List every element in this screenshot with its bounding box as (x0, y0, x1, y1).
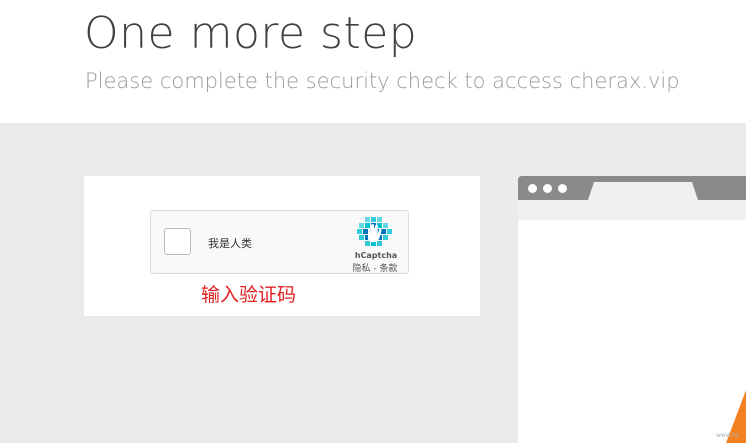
watermark-text: www.hz (716, 432, 740, 439)
window-dot-icon (558, 184, 567, 193)
hcaptcha-widget: 我是人类 hCaptcha 隐私 - 条款 (150, 210, 409, 274)
captcha-card: 我是人类 hCaptcha 隐私 - 条款 输入验证码 (84, 176, 480, 316)
hcaptcha-logo-icon (357, 217, 392, 246)
page-subtitle: Please complete the security check to ac… (85, 69, 680, 93)
window-dot-icon (528, 184, 537, 193)
browser-body (518, 220, 746, 443)
page-title: One more step (84, 8, 418, 59)
browser-tab-icon (588, 182, 698, 200)
captcha-instruction: 输入验证码 (201, 284, 297, 306)
browser-address-strip (518, 200, 746, 220)
checkbox-label: 我是人类 (208, 237, 252, 250)
window-dot-icon (543, 184, 552, 193)
browser-titlebar (518, 176, 746, 200)
privacy-link[interactable]: 隐私 (352, 264, 370, 274)
terms-link[interactable]: 条款 (379, 264, 397, 274)
page-header: One more step Please complete the securi… (0, 0, 746, 123)
hcaptcha-brand: hCaptcha (354, 251, 398, 260)
human-checkbox[interactable] (164, 228, 191, 255)
hcaptcha-links: 隐私 - 条款 (347, 261, 403, 274)
browser-illustration (518, 176, 746, 443)
